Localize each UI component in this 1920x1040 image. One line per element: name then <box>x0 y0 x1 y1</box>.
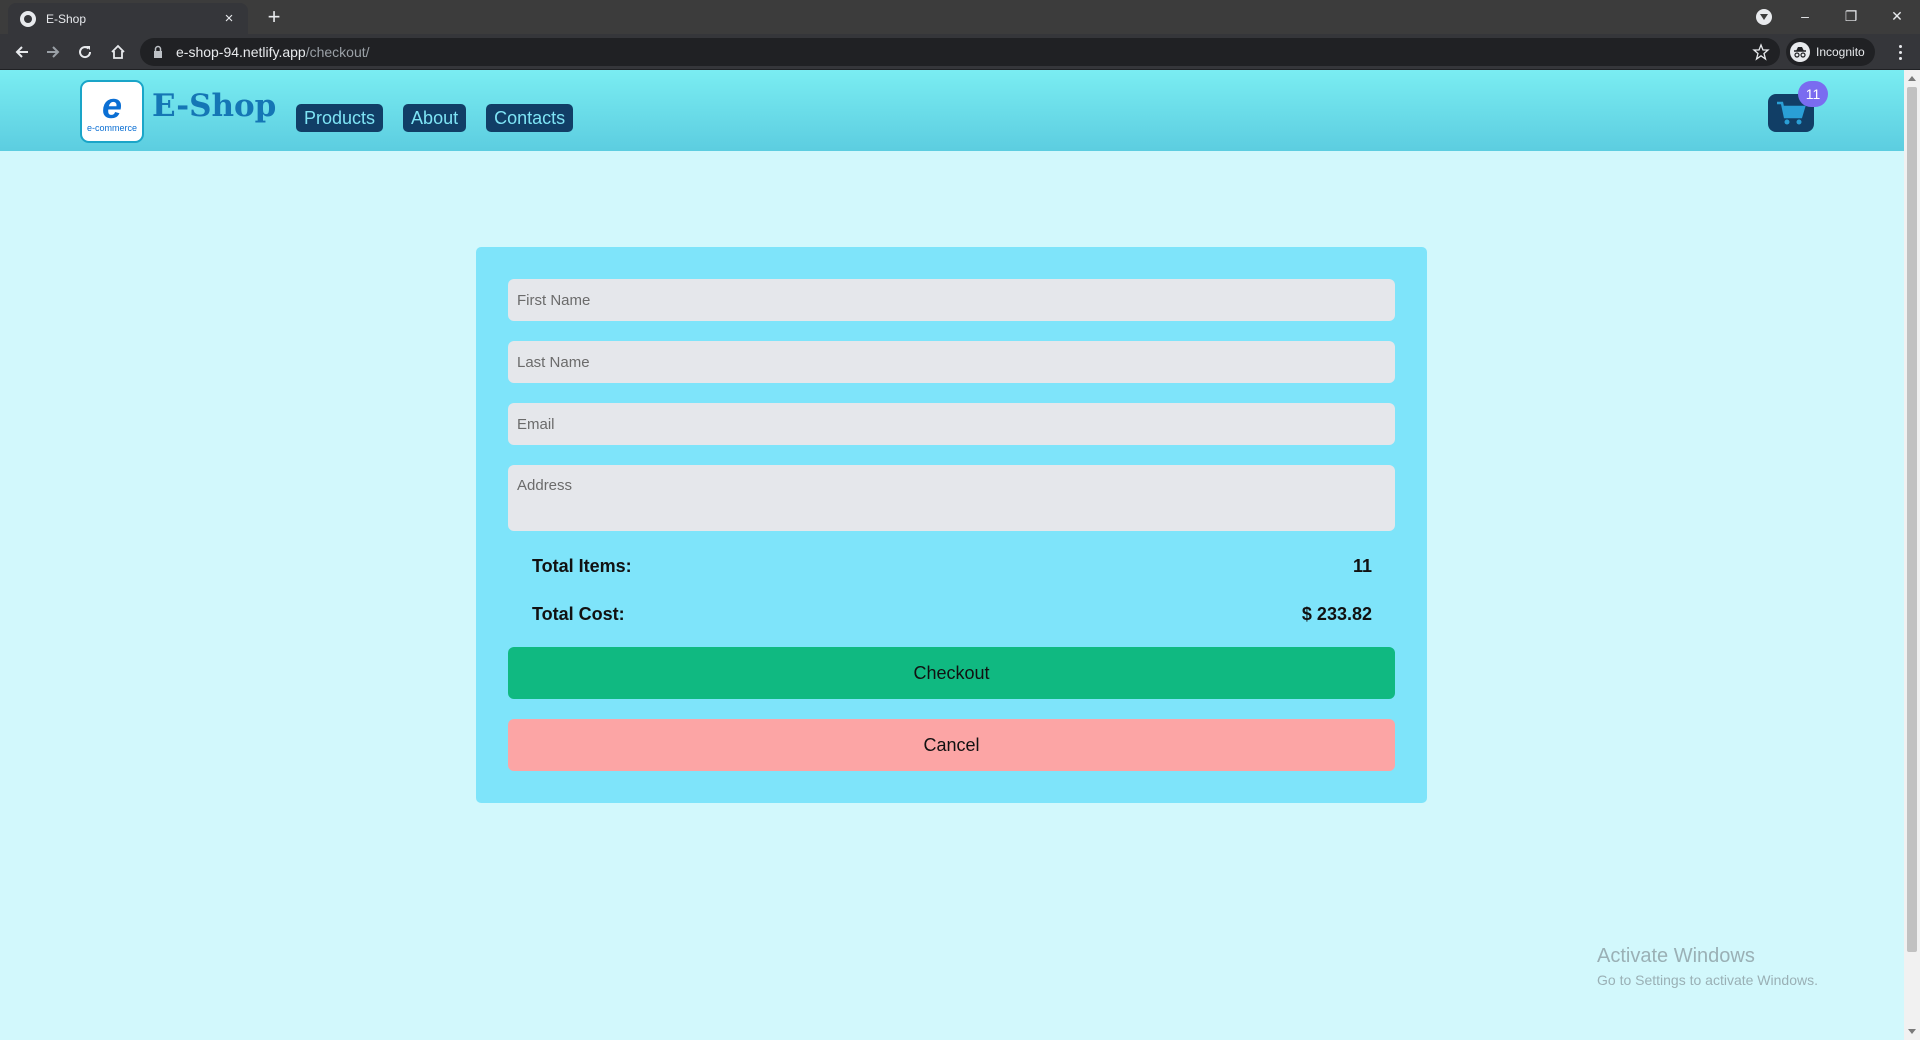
total-items-row: Total Items: 11 <box>532 556 1372 577</box>
checkout-card: Total Items: 11 Total Cost: $ 233.82 Che… <box>476 247 1427 803</box>
logo-caption: e-commerce <box>86 122 137 133</box>
nav-products-link[interactable]: Products <box>296 104 384 132</box>
browser-tab[interactable]: E-Shop × <box>8 3 248 34</box>
scrollbar-thumb[interactable] <box>1907 87 1917 952</box>
close-window-button[interactable]: ✕ <box>1874 0 1920 32</box>
home-icon[interactable] <box>106 40 130 64</box>
total-items-label: Total Items: <box>532 556 632 576</box>
address-input[interactable] <box>508 465 1395 531</box>
address-bar[interactable]: e-shop-94.netlify.app/checkout/ <box>140 38 1780 66</box>
url-path: /checkout/ <box>305 44 370 60</box>
nav-about-link[interactable]: About <box>403 104 467 132</box>
incognito-profile-button[interactable]: Incognito <box>1786 38 1875 66</box>
total-items-value: 11 <box>1352 556 1372 576</box>
total-cost-value: $ 233.82 <box>1301 604 1372 624</box>
tab-title: E-Shop <box>46 11 87 26</box>
browser-tabbar: E-Shop × + – ❐ ✕ <box>0 0 1920 34</box>
scroll-up-icon[interactable] <box>1908 76 1916 81</box>
scroll-down-icon[interactable] <box>1908 1029 1916 1034</box>
site-header: e e-commerce E-Shop Products About Conta… <box>0 70 1904 151</box>
checkout-button[interactable]: Checkout <box>508 647 1395 699</box>
logo-letter: e <box>101 84 123 126</box>
restore-button[interactable]: ❐ <box>1828 0 1874 32</box>
nav-contacts-link[interactable]: Contacts <box>486 104 574 132</box>
browser-menu-icon[interactable] <box>1890 42 1910 62</box>
url-host: e-shop-94.netlify.app <box>176 44 306 60</box>
first-name-input[interactable] <box>508 279 1395 321</box>
page-scrollbar[interactable] <box>1904 70 1920 1040</box>
site-logo[interactable]: e e-commerce <box>80 80 144 143</box>
favicon-icon <box>20 10 36 27</box>
incognito-icon <box>1790 42 1810 62</box>
page-viewport: e e-commerce E-Shop Products About Conta… <box>0 70 1904 1040</box>
total-cost-row: Total Cost: $ 233.82 <box>532 604 1372 625</box>
browser-toolbar: e-shop-94.netlify.app/checkout/ Incognit… <box>0 34 1920 70</box>
email-input[interactable] <box>508 403 1395 445</box>
watermark-subtitle: Go to Settings to activate Windows. <box>1597 972 1818 988</box>
tab-close-icon[interactable]: × <box>220 10 238 27</box>
back-arrow-icon[interactable] <box>10 40 34 64</box>
tab-search-icon[interactable] <box>1756 9 1772 25</box>
main-nav: Products About Contacts <box>296 104 574 132</box>
brand-title[interactable]: E-Shop <box>152 88 276 124</box>
cart-button[interactable]: 11 <box>1768 81 1828 132</box>
cancel-button[interactable]: Cancel <box>508 719 1395 771</box>
lock-icon <box>152 45 166 59</box>
minimize-button[interactable]: – <box>1782 0 1828 32</box>
watermark-title: Activate Windows <box>1597 945 1755 967</box>
total-cost-label: Total Cost: <box>532 604 625 624</box>
new-tab-button[interactable]: + <box>262 6 286 30</box>
reload-icon[interactable] <box>73 40 97 64</box>
forward-arrow-icon[interactable] <box>41 40 65 64</box>
incognito-label: Incognito <box>1816 45 1865 59</box>
bookmark-star-icon[interactable] <box>1752 43 1770 61</box>
last-name-input[interactable] <box>508 341 1395 383</box>
cart-count-badge: 11 <box>1798 81 1828 107</box>
activate-windows-watermark: Activate Windows Go to Settings to activ… <box>1597 945 1818 988</box>
